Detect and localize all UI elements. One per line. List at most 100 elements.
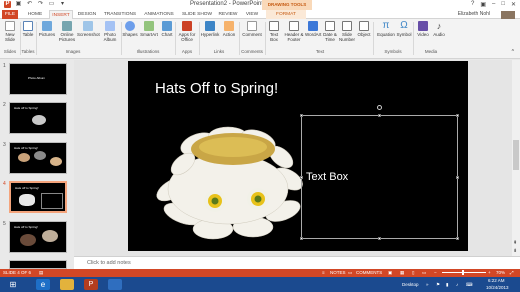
new-slide-button[interactable]: New Slide <box>2 21 18 42</box>
normal-view-icon[interactable]: ▣ <box>388 269 392 277</box>
zoom-level[interactable]: 70% <box>496 269 505 277</box>
powerpoint-taskbar-icon[interactable]: P <box>84 279 98 290</box>
tab-format[interactable]: FORMAT <box>266 10 306 19</box>
slideshow-view-icon[interactable]: ▭ <box>422 269 426 277</box>
text-box-content[interactable]: Text Box <box>306 171 348 183</box>
comments-icon[interactable]: ▭ <box>348 269 352 277</box>
customize-qat-icon[interactable]: ▾ <box>59 1 66 8</box>
next-slide-icon[interactable]: ⇟ <box>513 248 517 254</box>
date-time-button[interactable]: Date & Time <box>322 21 338 42</box>
tray-expand-icon[interactable]: » <box>426 282 429 287</box>
slide-thumbnail-2[interactable]: Hats off to Spring! <box>9 102 67 134</box>
proofing-icon[interactable]: ▤ <box>39 269 43 277</box>
header-footer-button[interactable]: Header & Footer <box>283 21 305 42</box>
tab-review[interactable]: REVIEW <box>217 10 239 19</box>
avatar[interactable] <box>501 11 515 19</box>
slide-title[interactable]: Hats Off to Spring! <box>155 80 278 97</box>
minimize-icon[interactable]: – <box>492 1 495 8</box>
slide-thumbnail-1[interactable]: Photo Album <box>9 63 67 95</box>
notes-icon[interactable]: ≡ <box>322 269 325 277</box>
symbol-button[interactable]: Ω Symbol <box>396 21 412 38</box>
powerpoint-app-icon[interactable]: P <box>4 1 11 8</box>
ribbon-display-icon[interactable]: ▣ <box>480 1 486 8</box>
text-box-button[interactable]: Text Box <box>267 21 281 42</box>
tab-home[interactable]: HOME <box>24 10 46 19</box>
slide-thumbnail-6-partial[interactable] <box>9 260 67 269</box>
online-pictures-button[interactable]: Online Pictures <box>58 21 76 42</box>
vertical-scrollbar[interactable]: ⇞ ⇟ <box>512 60 520 256</box>
resize-handle[interactable] <box>378 114 381 117</box>
keyboard-icon[interactable]: ⌨ <box>466 282 473 288</box>
audio-button[interactable]: ♪ Audio <box>432 21 446 37</box>
table-button[interactable]: Table <box>21 21 35 37</box>
zoom-in-icon[interactable]: + <box>488 269 491 277</box>
clock-date[interactable]: 10/24/2013 <box>486 285 509 290</box>
user-name[interactable]: Elizabeth Nohl <box>458 10 490 19</box>
resize-handle[interactable] <box>300 114 303 117</box>
desktop-label[interactable]: Desktop <box>402 282 419 287</box>
chart-button[interactable]: Chart <box>160 21 174 37</box>
tab-design[interactable]: DESIGN <box>76 10 98 19</box>
flag-icon[interactable]: ⚑ <box>436 282 440 288</box>
resize-handle[interactable] <box>378 237 381 240</box>
notes-placeholder[interactable]: Click to add notes <box>87 260 131 266</box>
undo-icon[interactable]: ↶ <box>26 1 33 8</box>
apps-for-office-button[interactable]: Apps for Office <box>177 21 197 42</box>
comment-button[interactable]: Comment <box>241 21 263 37</box>
close-icon[interactable]: ✕ <box>511 1 516 8</box>
equation-button[interactable]: π Equation <box>375 21 397 38</box>
slide-thumbnail-5[interactable]: Hats off to Spring! <box>9 221 67 253</box>
slide-thumbnail-3[interactable]: Hats off to Spring! <box>9 142 67 174</box>
help-icon[interactable]: ? <box>471 1 474 8</box>
tab-file[interactable]: FILE <box>2 10 18 19</box>
zoom-slider-thumb[interactable] <box>462 270 464 275</box>
object-button[interactable]: Object <box>356 21 372 37</box>
notes-pane[interactable]: Click to add notes <box>74 256 520 269</box>
reading-view-icon[interactable]: ▯ <box>412 269 414 277</box>
resize-handle[interactable] <box>456 176 459 179</box>
wordart-button[interactable]: WordArt <box>305 21 321 37</box>
scrollbar-thumb[interactable] <box>513 140 519 170</box>
video-button[interactable]: Video <box>416 21 430 37</box>
outlook-icon[interactable] <box>108 279 122 290</box>
action-button[interactable]: Action <box>221 21 237 37</box>
flower-hat-image[interactable] <box>153 119 303 244</box>
redo-icon[interactable]: ↷ <box>37 1 44 8</box>
resize-handle[interactable] <box>456 237 459 240</box>
resize-handle[interactable] <box>300 176 303 179</box>
start-slideshow-icon[interactable]: ▭ <box>48 1 55 8</box>
hyperlink-button[interactable]: Hyperlink <box>200 21 220 37</box>
tab-slide-show[interactable]: SLIDE SHOW <box>181 10 213 19</box>
slide-canvas[interactable]: Hats Off to Spring! Text Box <box>128 61 468 251</box>
rotate-handle-icon[interactable] <box>377 105 382 110</box>
volume-icon[interactable]: ♪ <box>456 282 458 287</box>
collapse-ribbon-icon[interactable]: ^ <box>512 49 514 55</box>
slide-number-button[interactable]: Slide Number <box>339 21 355 42</box>
resize-handle[interactable] <box>300 237 303 240</box>
prev-slide-icon[interactable]: ⇞ <box>513 240 517 246</box>
selected-text-box[interactable]: Text Box <box>300 105 459 240</box>
shapes-button[interactable]: Shapes <box>122 21 138 37</box>
save-icon[interactable]: ▣ <box>15 1 22 8</box>
tab-transitions[interactable]: TRANSITIONS <box>103 10 137 19</box>
smartart-button[interactable]: SmartArt <box>139 21 159 37</box>
slide-thumbnail-4[interactable]: Hats off to Spring! <box>9 181 67 213</box>
windows-start-icon[interactable]: ⊞ <box>6 279 20 290</box>
file-explorer-icon[interactable] <box>60 279 74 290</box>
zoom-out-icon[interactable]: − <box>434 269 437 277</box>
screenshot-button[interactable]: Screenshot <box>77 21 100 37</box>
clock-time[interactable]: 6:22 AM <box>488 278 505 283</box>
network-icon[interactable]: ▮ <box>446 282 448 288</box>
notes-button[interactable]: NOTES <box>330 269 346 277</box>
photo-album-button[interactable]: Photo Album <box>100 21 120 42</box>
pictures-button[interactable]: Pictures <box>38 21 56 37</box>
zoom-slider[interactable] <box>442 272 486 273</box>
maximize-icon[interactable]: □ <box>501 1 505 8</box>
internet-explorer-icon[interactable]: e <box>36 279 50 290</box>
fit-slide-icon[interactable]: ⤢ <box>510 269 514 277</box>
resize-handle[interactable] <box>456 114 459 117</box>
tab-animations[interactable]: ANIMATIONS <box>142 10 176 19</box>
slide-sorter-icon[interactable]: ▦ <box>400 269 404 277</box>
tab-view[interactable]: VIEW <box>243 10 261 19</box>
comments-button[interactable]: COMMENTS <box>356 269 382 277</box>
